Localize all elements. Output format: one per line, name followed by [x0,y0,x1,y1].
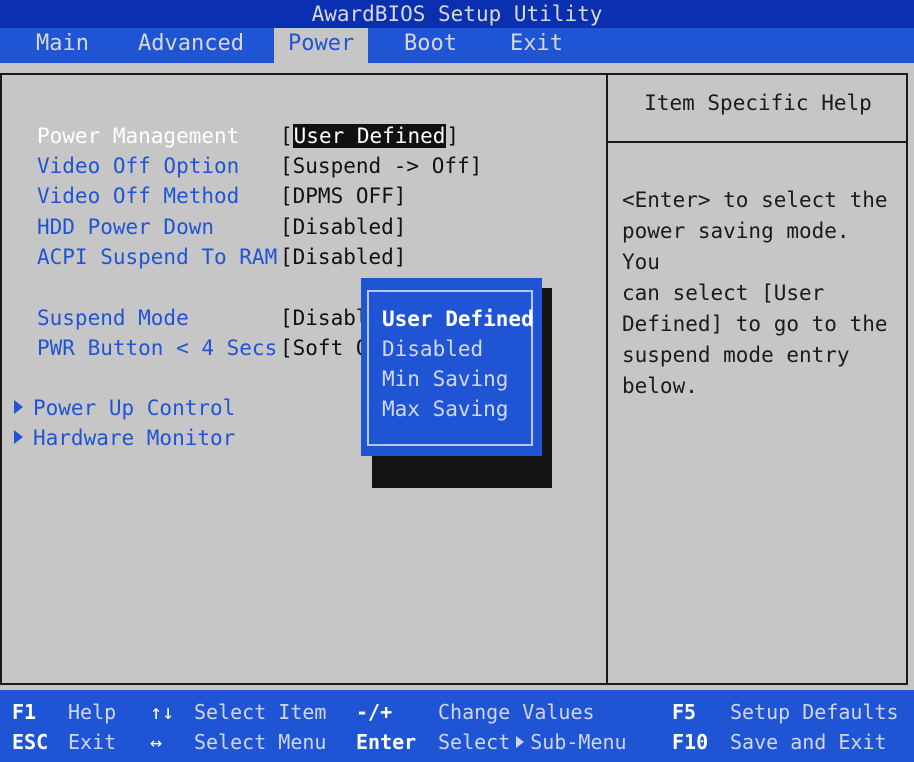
option-power-management[interactable]: Power Management [37,124,239,148]
option-acpi-suspend-value[interactable]: [Disabled] [280,245,406,269]
setup-defaults-desc: Setup Defaults [730,700,899,724]
key-esc: ESC [12,730,49,754]
popup-item-disabled[interactable]: Disabled [382,337,483,361]
option-pwr-button[interactable]: PWR Button < 4 Secs [37,336,277,360]
key-plus-minus: -/+ [356,700,393,724]
tab-advanced[interactable]: Advanced [138,28,244,63]
updown-arrows-icon: ↑↓ [150,700,175,724]
help-divider [606,73,608,685]
select-menu-desc: Select Menu [194,730,327,754]
menu-bar: Main Advanced Power Boot Exit [0,28,914,63]
save-exit-desc: Save and Exit [730,730,887,754]
tab-exit[interactable]: Exit [510,28,563,63]
enter-desc-submenu: Sub-Menu [530,730,627,754]
option-power-management-value[interactable]: [User Defined] [280,124,459,148]
enter-desc: Select Sub-Menu [438,730,627,754]
option-hdd-power-down-value[interactable]: [Disabled] [280,215,406,239]
submenu-label: Power Up Control [33,396,236,420]
option-pwr-button-value[interactable]: [Soft O [280,336,369,360]
option-suspend-mode-value[interactable]: [Disabl [280,306,369,330]
triangle-right-icon [14,400,23,414]
help-header-divider [606,141,908,143]
triangle-right-icon [14,430,23,444]
value-bracket-close: ] [446,124,460,148]
triangle-right-icon [516,735,525,748]
option-video-off-option-value[interactable]: [Suspend -> Off] [280,154,482,178]
leftright-arrows-icon: ↔ [150,730,163,754]
key-f10: F10 [672,730,709,754]
option-acpi-suspend[interactable]: ACPI Suspend To RAM [37,245,277,269]
key-f5: F5 [672,700,697,724]
submenu-power-up-control[interactable]: Power Up Control [14,396,235,420]
key-esc-desc: Exit [68,730,117,754]
submenu-label: Hardware Monitor [33,426,236,450]
key-f1: F1 [12,700,37,724]
option-video-off-method[interactable]: Video Off Method [37,184,239,208]
enter-desc-select: Select [438,730,511,754]
option-suspend-mode[interactable]: Suspend Mode [37,306,189,330]
power-mode-popup: User Defined Disabled Min Saving Max Sav… [361,278,542,456]
popup-item-min-saving[interactable]: Min Saving [382,367,508,391]
popup-item-max-saving[interactable]: Max Saving [382,397,508,421]
tab-boot[interactable]: Boot [404,28,457,63]
key-legend: F1 Help ESC Exit ↑↓ Select Item ↔ Select… [0,690,914,762]
key-f1-desc: Help [68,700,117,724]
window-title: AwardBIOS Setup Utility [0,0,914,28]
key-enter: Enter [356,730,417,754]
value-bracket-open: [ [280,124,293,148]
help-text: <Enter> to select the power saving mode.… [622,188,888,398]
tab-power[interactable]: Power [274,28,369,63]
popup-item-user-defined[interactable]: User Defined [382,307,534,331]
help-title: Item Specific Help [644,91,872,115]
option-hdd-power-down[interactable]: HDD Power Down [37,215,214,239]
change-values-desc: Change Values [438,700,595,724]
tab-main[interactable]: Main [36,28,89,63]
value-highlight: User Defined [292,124,447,148]
submenu-hardware-monitor[interactable]: Hardware Monitor [14,426,235,450]
select-item-desc: Select Item [194,700,327,724]
option-video-off-option[interactable]: Video Off Option [37,154,239,178]
option-video-off-method-value[interactable]: [DPMS OFF] [280,184,406,208]
